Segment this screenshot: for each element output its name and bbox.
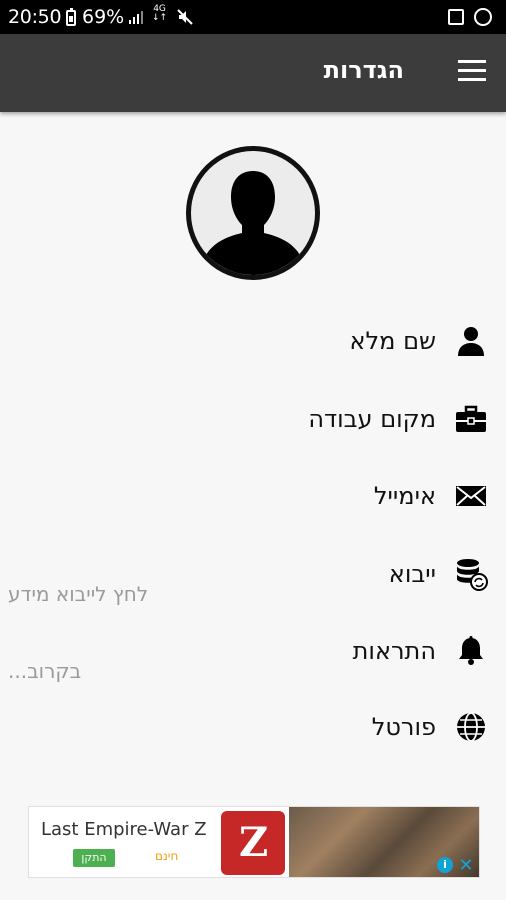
ad-banner[interactable]: Last Empire-War Z התקן חינם Z i ✕ bbox=[28, 806, 480, 878]
signal-icon bbox=[129, 11, 143, 24]
app-bar: הגדרות bbox=[0, 34, 506, 112]
globe-icon bbox=[457, 712, 485, 742]
settings-item-import[interactable]: ייבוא bbox=[188, 553, 488, 597]
mute-icon bbox=[177, 9, 193, 25]
bell-icon bbox=[459, 636, 483, 665]
gallery-notification-icon bbox=[448, 9, 464, 25]
settings-item-label: ייבוא bbox=[388, 560, 436, 588]
status-bar: 20:50 69% 4G ↓↑ bbox=[0, 0, 506, 34]
close-icon[interactable]: ✕ bbox=[457, 857, 475, 875]
settings-item-email[interactable]: אימייל bbox=[188, 475, 488, 519]
settings-item-notifications[interactable]: התראות bbox=[188, 630, 488, 674]
notifications-hint: בקרוב... bbox=[8, 659, 82, 683]
person-icon bbox=[458, 327, 484, 356]
import-hint: לחץ לייבוא מידע bbox=[8, 582, 149, 606]
page-title: הגדרות bbox=[323, 56, 404, 84]
settings-item-full-name[interactable]: שם מלא bbox=[188, 320, 488, 364]
settings-item-label: התראות bbox=[352, 637, 436, 665]
database-sync-icon bbox=[457, 559, 488, 591]
person-silhouette-icon bbox=[204, 171, 302, 275]
adchoices-icon[interactable]: i bbox=[437, 857, 453, 873]
status-time: 20:50 bbox=[8, 6, 62, 28]
battery-icon bbox=[66, 8, 76, 26]
settings-item-label: פורטל bbox=[371, 713, 436, 741]
briefcase-icon bbox=[456, 405, 486, 432]
settings-item-workplace[interactable]: מקום עבודה bbox=[188, 398, 488, 442]
settings-item-label: שם מלא bbox=[349, 327, 436, 355]
battery-level: 69% bbox=[82, 6, 125, 28]
ad-game-logo: Z bbox=[221, 811, 285, 875]
ad-price-label: חינם bbox=[155, 849, 179, 863]
settings-item-portal[interactable]: פורטל bbox=[188, 706, 488, 750]
settings-item-label: מקום עבודה bbox=[308, 405, 436, 433]
hamburger-icon[interactable] bbox=[458, 60, 488, 84]
envelope-icon bbox=[456, 486, 486, 506]
whatsapp-notification-icon bbox=[474, 8, 492, 26]
network-type: 4G ↓↑ bbox=[152, 4, 168, 23]
avatar[interactable] bbox=[186, 146, 320, 280]
settings-item-label: אימייל bbox=[373, 482, 436, 510]
ad-title: Last Empire-War Z bbox=[41, 819, 207, 840]
ad-install-button[interactable]: התקן bbox=[73, 849, 115, 867]
